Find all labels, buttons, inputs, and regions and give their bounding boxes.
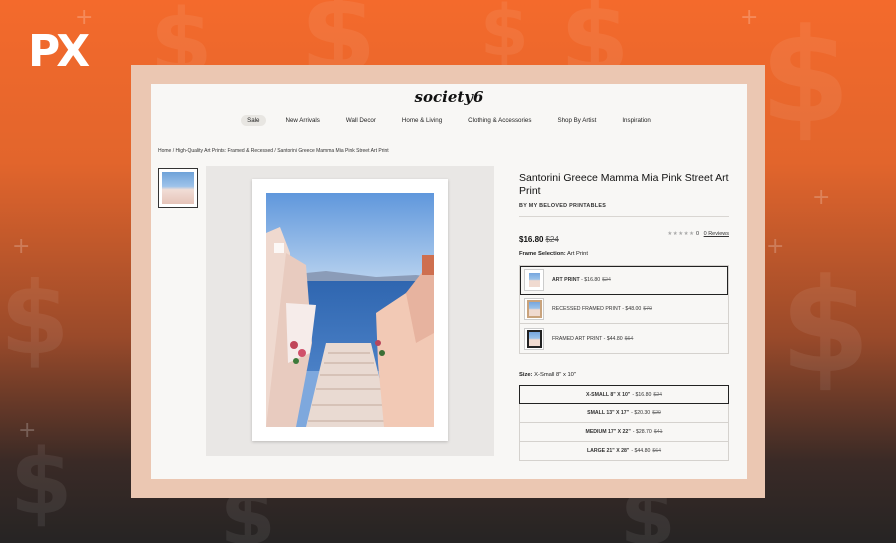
- nav-item-home-living[interactable]: Home & Living: [396, 115, 448, 126]
- size-label: Size: X-Small 8" x 10": [519, 372, 576, 378]
- divider: [519, 216, 729, 217]
- seller-link[interactable]: BY MY BELOVED PRINTABLES: [519, 203, 729, 209]
- nav-item-inspiration[interactable]: Inspiration: [616, 115, 657, 126]
- dollar-icon: $: [760, 0, 851, 152]
- rating-count: 0: [696, 231, 700, 237]
- plus-icon: +: [812, 185, 831, 210]
- size-option-medium[interactable]: MEDIUM 17" X 22" - $28.70 $41: [519, 423, 729, 442]
- nav-item-clothing[interactable]: Clothing & Accessories: [462, 115, 537, 126]
- old-price: $24: [545, 235, 559, 244]
- px-logo: PX: [28, 26, 90, 77]
- size-option-small[interactable]: SMALL 13" X 17" - $20.30 $29: [519, 404, 729, 423]
- size-option-xsmall[interactable]: X-SMALL 8" X 10" - $16.80 $24: [519, 385, 729, 404]
- recessed-frame-icon: [524, 298, 544, 320]
- product-image-stage: [206, 166, 494, 456]
- dollar-icon: $: [0, 260, 70, 377]
- reviews-link[interactable]: 0 Reviews: [704, 231, 729, 237]
- main-nav: Sale New Arrivals Wall Decor Home & Livi…: [151, 115, 747, 126]
- dollar-icon: $: [10, 430, 73, 535]
- art-print-icon: [524, 269, 544, 291]
- plus-icon: +: [12, 234, 31, 259]
- thumbnail-image: [162, 172, 194, 204]
- art-print-mockup: [252, 179, 448, 441]
- frame-option-art-print[interactable]: ART PRINT - $16.80 $24: [520, 266, 728, 295]
- frame-option-recessed[interactable]: RECESSED FRAMED PRINT - $48.00 $70: [520, 295, 728, 324]
- nav-item-shop-by-artist[interactable]: Shop By Artist: [551, 115, 602, 126]
- browser-screen: society6 Sale New Arrivals Wall Decor Ho…: [151, 84, 747, 479]
- frame-options: ART PRINT - $16.80 $24 RECESSED FRAMED PR…: [519, 265, 729, 354]
- plus-icon: +: [766, 234, 785, 259]
- size-option-large[interactable]: LARGE 21" X 28" - $44.80 $64: [519, 442, 729, 461]
- product-thumbnail[interactable]: [158, 168, 198, 208]
- frame-option-framed[interactable]: FRAMED ART PRINT - $44.80 $64: [520, 324, 728, 353]
- product-info: Santorini Greece Mamma Mia Pink Street A…: [519, 172, 729, 461]
- framed-print-icon: [524, 327, 544, 350]
- dollar-icon: $: [780, 250, 871, 402]
- price-row: $16.80 $24 ★★★★★ 0 0 Reviews: [519, 229, 729, 244]
- size-options: X-SMALL 8" X 10" - $16.80 $24 SMALL 13" X …: [519, 385, 729, 461]
- rating: ★★★★★ 0 0 Reviews: [667, 231, 729, 237]
- dollar-icon: $: [480, 0, 529, 72]
- nav-item-new-arrivals[interactable]: New Arrivals: [280, 115, 326, 126]
- plus-icon: +: [18, 418, 37, 443]
- santorini-photo: [266, 193, 434, 427]
- nav-item-sale[interactable]: Sale: [241, 115, 266, 126]
- breadcrumb[interactable]: Home / High-Quality Art Prints: Framed &…: [158, 148, 389, 154]
- product-price: $16.80 $24: [519, 235, 559, 244]
- frame-selection-label: Frame Selection: Art Print: [519, 251, 588, 257]
- star-icons: ★★★★★: [667, 231, 695, 237]
- nav-item-wall-decor[interactable]: Wall Decor: [340, 115, 382, 126]
- plus-icon: +: [740, 5, 759, 30]
- product-title: Santorini Greece Mamma Mia Pink Street A…: [519, 172, 729, 197]
- site-logo[interactable]: society6: [151, 88, 747, 106]
